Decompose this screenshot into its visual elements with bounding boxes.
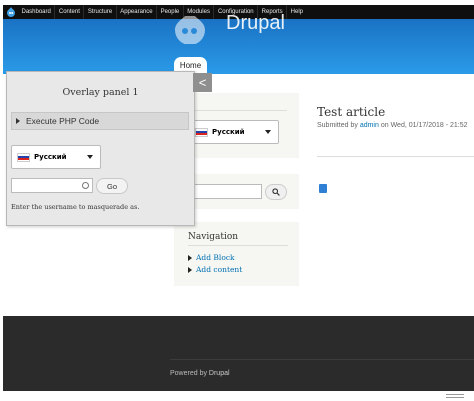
contextual-square[interactable] — [319, 184, 327, 193]
autocomplete-icon — [82, 182, 89, 189]
drupal-home-icon[interactable] — [3, 5, 18, 19]
author-link[interactable]: admin — [360, 122, 379, 129]
article-title[interactable]: Test article — [317, 105, 385, 119]
resize-grip-icon[interactable] — [446, 394, 464, 400]
toolbar-content[interactable]: Content — [54, 5, 83, 19]
masquerade-help: Enter the username to masquerade as. — [11, 203, 140, 211]
overlay-collapse-button[interactable]: < — [193, 73, 212, 92]
drupal-link[interactable]: Drupal — [209, 370, 230, 377]
nav-add-block[interactable]: Add Block — [188, 253, 235, 262]
bullet-icon — [188, 266, 192, 273]
navigation-title: Navigation — [188, 232, 239, 242]
language-select[interactable]: Русский — [189, 120, 279, 144]
execute-php-toggle[interactable]: Execute PHP Code — [11, 112, 189, 130]
overlay-language-value: Русский — [34, 153, 67, 161]
chevron-down-icon — [87, 155, 93, 159]
powered-by: Powered by Drupal — [170, 370, 230, 377]
toolbar-appearance[interactable]: Appearance — [115, 5, 156, 19]
language-select-value: Русский — [212, 128, 245, 136]
masquerade-input[interactable] — [11, 178, 93, 193]
overlay-language-select[interactable]: Русский — [11, 145, 101, 169]
toolbar-dashboard[interactable]: Dashboard — [18, 5, 54, 19]
bullet-icon — [188, 254, 192, 261]
article-submitted: Submitted by admin on Wed, 01/17/2018 - … — [317, 122, 468, 129]
site-name[interactable]: Drupal — [226, 12, 285, 35]
toolbar-help[interactable]: Help — [286, 5, 306, 19]
browser-viewport: Dashboard Content Structure Appearance P… — [3, 5, 474, 391]
search-input[interactable] — [189, 184, 262, 199]
site-header: Drupal Home — [3, 10, 474, 74]
chevron-down-icon — [265, 130, 271, 134]
drupal-logo-icon[interactable] — [173, 10, 207, 49]
site-footer: Powered by Drupal — [3, 316, 474, 391]
toolbar-structure[interactable]: Structure — [83, 5, 115, 19]
nav-add-content[interactable]: Add content — [188, 265, 242, 274]
triangle-right-icon — [16, 118, 20, 124]
search-button[interactable] — [265, 184, 287, 200]
go-button[interactable]: Go — [96, 178, 128, 194]
russia-flag-icon — [195, 127, 208, 137]
overlay-title: Overlay panel 1 — [62, 87, 139, 98]
russia-flag-icon — [17, 152, 30, 162]
search-icon — [272, 188, 280, 196]
